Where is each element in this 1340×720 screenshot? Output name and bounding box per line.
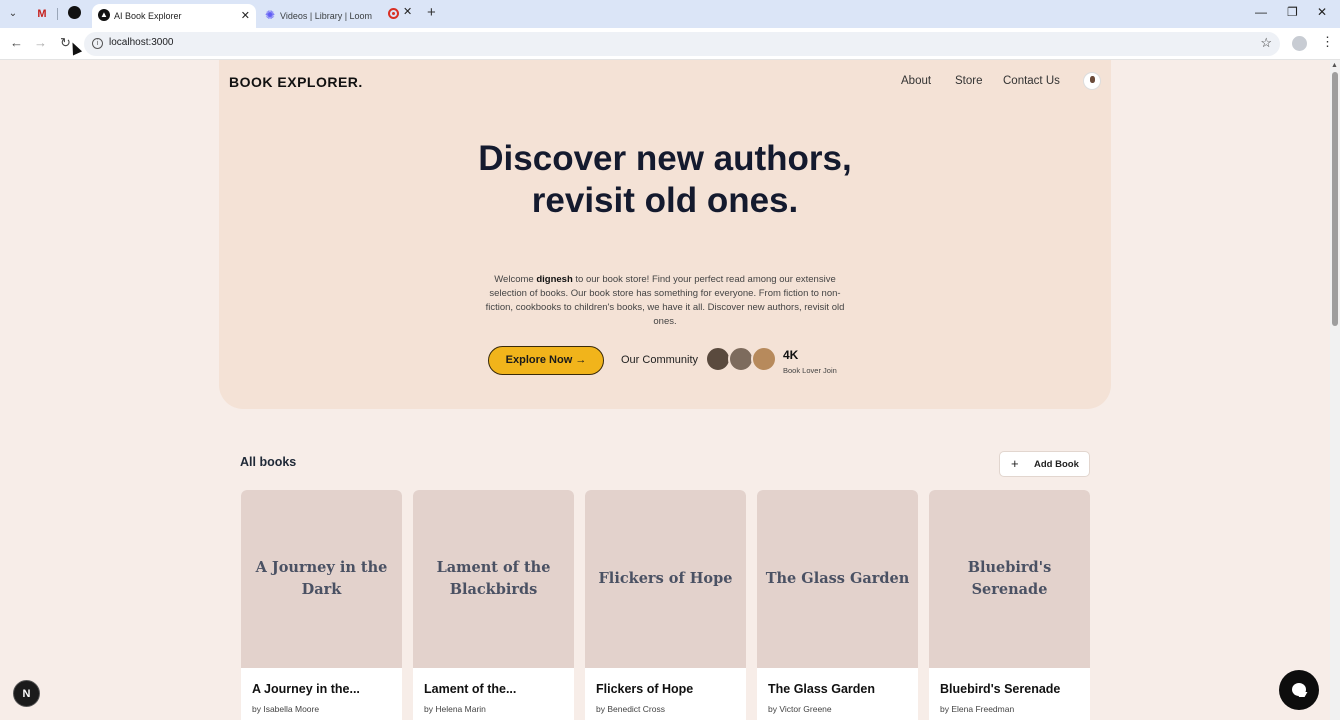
book-title[interactable]: The Glass Garden: [768, 682, 875, 696]
book-cover[interactable]: Lament of the Blackbirds: [413, 490, 574, 668]
welcome-text: Welcome dignesh to our book store! Find …: [485, 273, 845, 329]
welcome-prefix: Welcome: [494, 274, 537, 285]
book-cover-title: A Journey in the Dark: [255, 559, 388, 598]
tab-title: Videos | Library | Loom: [280, 11, 373, 21]
new-tab-button[interactable]: +: [427, 4, 436, 21]
explore-now-button[interactable]: Explore Now →: [488, 346, 604, 375]
forward-arrow-icon[interactable]: →: [34, 35, 47, 50]
nextjs-dev-badge[interactable]: N: [13, 680, 40, 707]
book-card[interactable]: Lament of the Blackbirds Lament of the..…: [413, 490, 574, 720]
tab-close-button[interactable]: ✕: [403, 5, 412, 18]
nav-link-store[interactable]: Store: [955, 75, 983, 87]
recording-indicator-icon: [388, 8, 399, 19]
nav-link-about[interactable]: About: [901, 75, 931, 87]
scrollbar-thumb[interactable]: [1332, 72, 1338, 326]
site-info-icon[interactable]: i: [92, 38, 103, 49]
book-author: by Helena Marin: [424, 704, 486, 714]
plus-icon: +: [1011, 456, 1019, 471]
book-cover-title: Flickers of Hope: [598, 570, 733, 587]
tab-search-chevron-icon[interactable]: ⌄: [5, 6, 21, 22]
book-cover-title: Lament of the Blackbirds: [436, 559, 551, 598]
page-scrollbar[interactable]: ▲: [1330, 60, 1340, 720]
book-card[interactable]: Bluebird's Serenade Bluebird's Serenade …: [929, 490, 1090, 720]
book-cover-title: The Glass Garden: [765, 570, 910, 587]
book-cover[interactable]: A Journey in the Dark: [241, 490, 402, 668]
nextjs-favicon-icon: ▲: [98, 9, 110, 21]
browser-tab-bar: ⌄ M ▲ AI Book Explorer ✕ ✺ Videos | Libr…: [0, 0, 1340, 28]
section-title-all-books: All books: [240, 455, 297, 469]
book-author: by Benedict Cross: [596, 704, 665, 714]
explore-now-label: Explore Now: [505, 354, 573, 366]
github-pinned-tab-icon[interactable]: [66, 6, 82, 22]
book-title[interactable]: Lament of the...: [424, 682, 516, 696]
nav-link-contact[interactable]: Contact Us: [1003, 75, 1060, 87]
book-card[interactable]: The Glass Garden The Glass Garden by Vic…: [757, 490, 918, 720]
community-avatar: [751, 346, 777, 372]
minimize-button[interactable]: —: [1255, 5, 1267, 19]
book-card[interactable]: A Journey in the Dark A Journey in the..…: [241, 490, 402, 720]
bookmark-star-icon[interactable]: ☆: [1260, 35, 1272, 51]
book-title[interactable]: A Journey in the...: [252, 682, 360, 696]
book-cover[interactable]: The Glass Garden: [757, 490, 918, 668]
url-text[interactable]: localhost:3000: [109, 37, 174, 48]
book-title[interactable]: Flickers of Hope: [596, 682, 693, 696]
community-label: Our Community: [621, 354, 699, 366]
arrow-right-icon: →: [575, 354, 587, 366]
book-cover[interactable]: Bluebird's Serenade: [929, 490, 1090, 668]
tab-close-button[interactable]: ✕: [241, 5, 250, 27]
tab-divider: [57, 8, 58, 20]
community-caption: Book Lover Join: [783, 366, 837, 375]
user-avatar[interactable]: [1083, 72, 1101, 90]
add-book-button[interactable]: + Add Book: [999, 451, 1090, 477]
tab-ai-book-explorer[interactable]: ▲ AI Book Explorer ✕: [92, 4, 256, 28]
address-bar[interactable]: i localhost:3000 ☆: [84, 32, 1280, 56]
close-window-button[interactable]: ✕: [1317, 5, 1327, 19]
back-arrow-icon[interactable]: ←: [10, 35, 23, 50]
book-author: by Isabella Moore: [252, 704, 320, 714]
hero-section: BOOK EXPLORER. About Store Contact Us Di…: [219, 60, 1111, 409]
book-cover-title: Bluebird's Serenade: [967, 559, 1052, 598]
browser-toolbar: ← → ↻ i localhost:3000 ☆ ⋮: [0, 28, 1340, 60]
browser-menu-icon[interactable]: ⋮: [1321, 34, 1334, 50]
restore-button[interactable]: ❐: [1287, 5, 1298, 19]
community-count: 4K: [783, 348, 799, 362]
book-card[interactable]: Flickers of Hope Flickers of Hope by Ben…: [585, 490, 746, 720]
loom-favicon-icon: ✺: [264, 8, 276, 22]
profile-avatar-icon[interactable]: [1292, 36, 1307, 51]
tab-title: AI Book Explorer: [114, 11, 182, 21]
chat-bubble-icon: [1292, 683, 1306, 696]
scroll-up-arrow-icon[interactable]: ▲: [1331, 62, 1338, 69]
username: dignesh: [536, 274, 573, 285]
hero-headline: Discover new authors, revisit old ones.: [478, 139, 852, 220]
book-author: by Elena Freedman: [940, 704, 1015, 714]
book-author: by Victor Greene: [768, 704, 832, 714]
book-cover[interactable]: Flickers of Hope: [585, 490, 746, 668]
chat-button[interactable]: [1279, 670, 1319, 710]
add-book-label: Add Book: [1034, 459, 1079, 470]
gmail-pinned-tab-icon[interactable]: M: [34, 6, 50, 22]
book-title[interactable]: Bluebird's Serenade: [940, 682, 1060, 696]
brand-logo[interactable]: BOOK EXPLORER.: [229, 74, 363, 90]
